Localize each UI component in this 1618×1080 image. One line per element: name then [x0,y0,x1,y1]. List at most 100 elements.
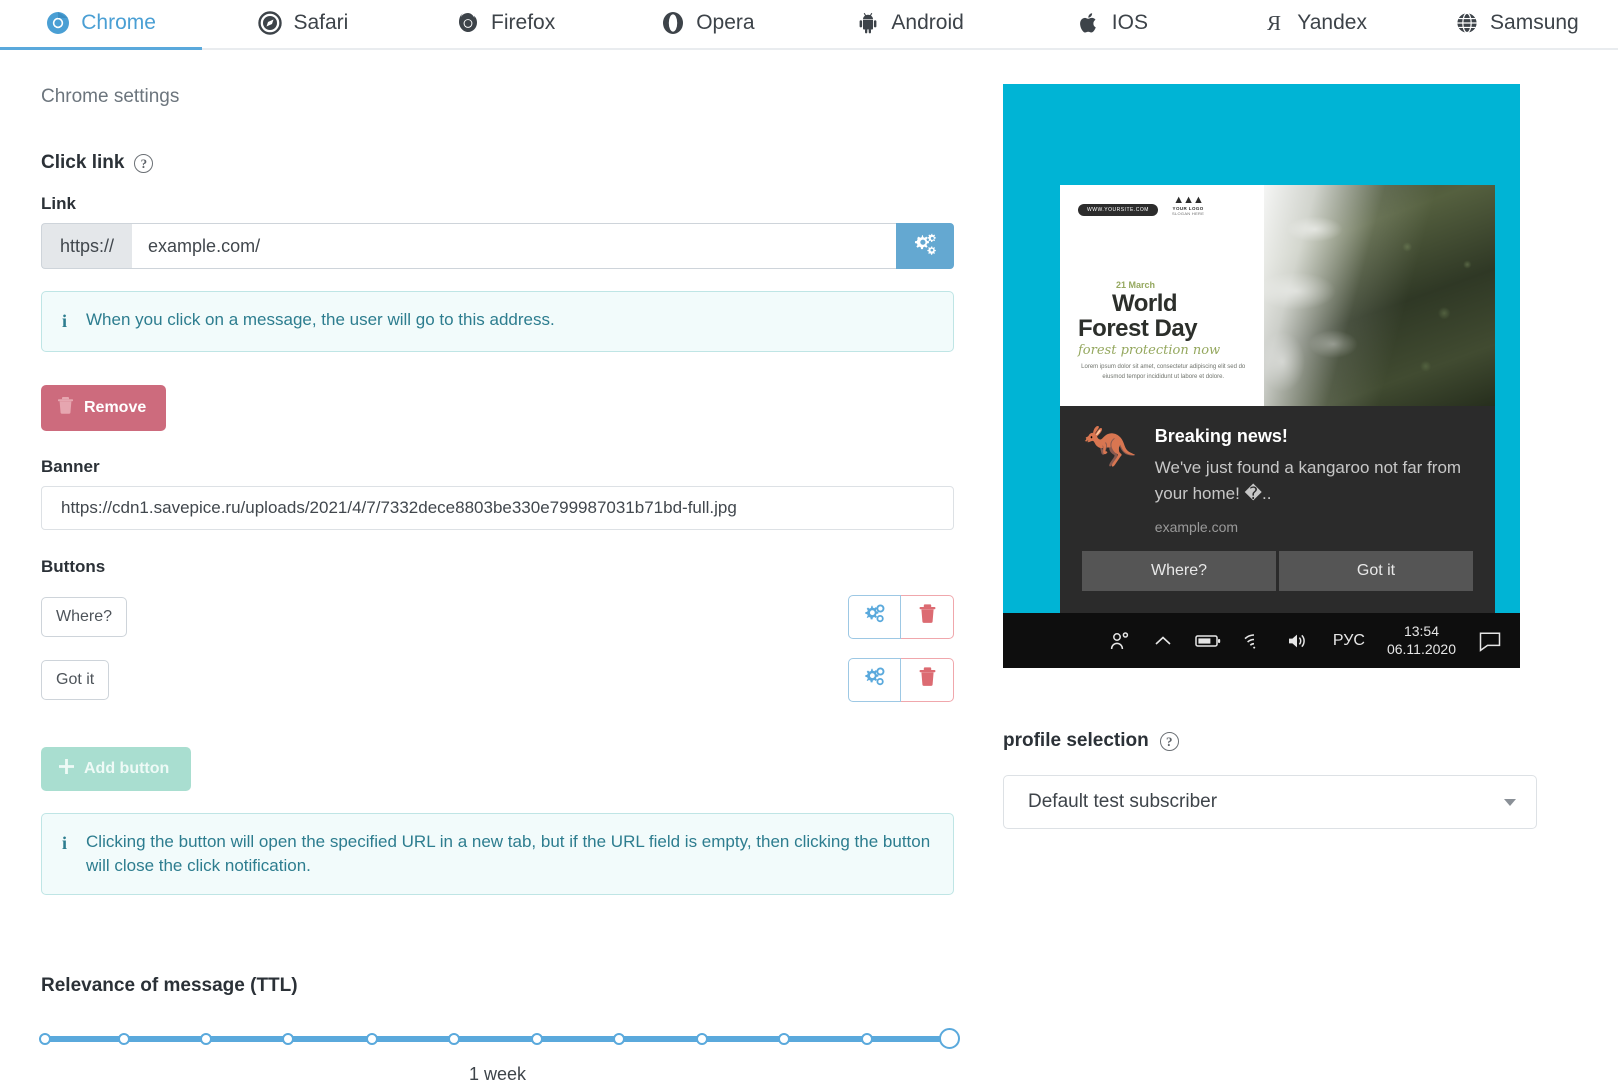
trash-icon [58,396,73,419]
link-info-text: When you click on a message, the user wi… [86,310,555,329]
tab-label: Chrome [81,11,156,34]
cogs-icon [863,666,887,693]
apple-icon [1077,11,1101,35]
notification-body: 🦘 Breaking news! We've just found a kang… [1060,406,1495,551]
trash-icon [919,667,936,692]
notification-button-0[interactable]: Where? [41,596,128,637]
tab-opera[interactable]: Opera [607,0,809,48]
notification-host: example.com [1154,518,1239,535]
ttl-tick[interactable] [612,1032,625,1045]
tab-android[interactable]: Android [809,0,1011,48]
tab-yandex[interactable]: Я Yandex [1214,0,1416,48]
button-settings-1[interactable] [848,657,901,702]
cogs-icon [911,231,939,262]
trees-icon: ▲▲▲ [1173,194,1204,206]
tab-safari[interactable]: Safari [202,0,404,48]
profile-select[interactable]: Default test subscriber [1003,775,1537,829]
ttl-slider-handle[interactable] [939,1027,961,1049]
notification-banner-image: WWW.YOURSITE.COM ▲▲▲ YOUR LOGO SLOGAN HE… [1060,185,1495,406]
notification-title: Breaking news! [1154,426,1288,446]
ttl-tick[interactable] [365,1032,378,1045]
battery-icon[interactable] [1195,633,1221,649]
ttl-tick[interactable] [282,1032,295,1045]
button-delete-1[interactable] [901,657,954,702]
link-info-alert: i When you click on a message, the user … [41,291,954,352]
preview-taskbar: РУС 13:54 06.11.2020 [1003,613,1520,668]
buttons-label: Buttons [41,556,106,576]
wifi-icon[interactable] [1243,632,1265,650]
remove-button[interactable]: Remove [41,384,167,431]
notification-action-gotit[interactable]: Got it [1279,550,1473,591]
notification-action-where[interactable]: Where? [1082,550,1276,591]
info-icon: i [62,311,68,331]
tab-label: Samsung [1490,11,1579,34]
ttl-slider[interactable] [38,1027,961,1050]
ttl-tick[interactable] [778,1032,791,1045]
chat-bubble-icon[interactable] [1478,630,1502,652]
add-button-label: Add button [84,759,170,777]
buttons-info-alert: i Clicking the button will open the spec… [41,812,954,895]
browser-platform-tabs: Chrome Safari Firefox Opera Android IOS … [0,0,1618,50]
tab-chrome[interactable]: Chrome [0,0,203,50]
tab-firefox[interactable]: Firefox [405,0,607,48]
taskbar-clock[interactable]: 13:54 06.11.2020 [1387,623,1456,659]
click-link-heading: Click link ? [41,152,955,174]
ttl-tick[interactable] [447,1032,460,1045]
volume-icon[interactable] [1287,632,1311,650]
ttl-slider-rail [41,1035,954,1042]
link-input[interactable] [132,223,896,269]
link-settings-button[interactable] [896,223,954,269]
banner-field-label: Banner [41,456,100,476]
taskbar-time: 13:54 [1403,622,1439,639]
banner-date: 21 March [1116,280,1156,290]
tab-label: Android [891,11,964,34]
cogs-icon [863,603,887,630]
people-icon[interactable] [1109,631,1131,651]
ttl-tick[interactable] [530,1032,543,1045]
tab-ios[interactable]: IOS [1011,0,1213,48]
banner-logo: ▲▲▲ YOUR LOGO SLOGAN HERE [1172,194,1205,217]
help-icon[interactable]: ? [1159,731,1179,751]
ttl-tick[interactable] [696,1032,708,1045]
link-input-group: https:// [41,223,954,269]
yandex-icon: Я [1262,11,1286,35]
tab-samsung[interactable]: Samsung [1416,0,1618,48]
ttl-tick[interactable] [861,1032,874,1045]
ttl-slider-section: Relevance of message (TTL) 1 week [38,974,961,1080]
help-icon[interactable]: ? [134,153,154,173]
tab-label: Yandex [1297,11,1367,34]
ttl-tick[interactable] [118,1032,131,1045]
safari-icon [258,11,283,35]
page-body: Chrome settings Click link ? Link https:… [0,50,1618,1080]
add-button[interactable]: Add button [41,746,192,791]
settings-column: Chrome settings Click link ? Link https:… [0,50,995,1080]
ttl-tick[interactable] [38,1032,51,1045]
banner-input[interactable] [41,485,954,530]
notification-message: We've just found a kangaroo not far from… [1154,458,1462,504]
taskbar-language[interactable]: РУС [1333,632,1365,650]
link-scheme-addon: https:// [41,223,133,269]
banner-lorem-text: Lorem ipsum dolor sit amet, consectetur … [1081,364,1246,381]
samsung-globe-icon [1455,11,1479,35]
notification-button-1[interactable]: Got it [41,659,110,700]
banner-left-panel: WWW.YOURSITE.COM ▲▲▲ YOUR LOGO SLOGAN HE… [1060,185,1265,406]
button-settings-0[interactable] [848,594,901,639]
notification-text-block: Breaking news! We've just found a kangar… [1155,426,1473,535]
info-icon: i [62,832,68,853]
banner-title-line1: World [1112,290,1178,317]
button-delete-0[interactable] [901,594,954,639]
chevron-up-icon[interactable] [1153,634,1173,648]
notification-preview: WWW.YOURSITE.COM ▲▲▲ YOUR LOGO SLOGAN HE… [1003,84,1520,668]
tab-label: Safari [293,11,349,34]
button-row: Where? [41,594,954,639]
ttl-label: Relevance of message (TTL) [41,974,298,996]
taskbar-date: 06.11.2020 [1386,640,1456,657]
preview-column: WWW.YOURSITE.COM ▲▲▲ YOUR LOGO SLOGAN HE… [995,50,1618,1080]
notification-card: WWW.YOURSITE.COM ▲▲▲ YOUR LOGO SLOGAN HE… [1060,185,1495,613]
banner-logo-line2: SLOGAN HERE [1172,211,1205,216]
profile-select-value: Default test subscriber [1028,791,1218,812]
profile-selection-heading: profile selection ? [1003,730,1618,752]
ttl-tick[interactable] [200,1032,213,1045]
buttons-info-text: Clicking the button will open the specif… [86,831,931,875]
banner-title-line2: Forest Day [1078,315,1198,342]
